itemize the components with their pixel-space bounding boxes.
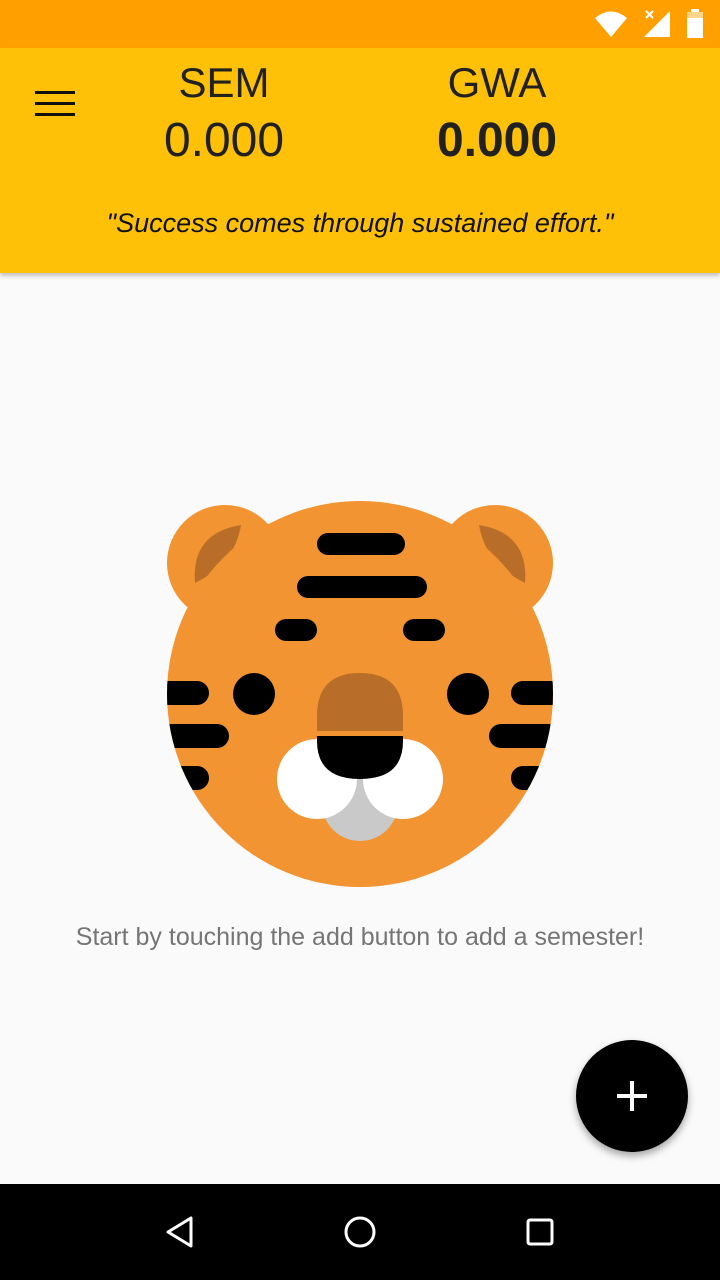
status-bar [0,0,720,48]
empty-state-message: Start by touching the add button to add … [75,923,645,951]
recents-icon [526,1218,554,1246]
add-semester-button[interactable] [576,1040,688,1152]
home-button[interactable] [332,1204,388,1260]
sem-label: SEM [178,59,270,106]
gwa-metric: GWA 0.000 [377,56,617,172]
wifi-icon [595,11,627,37]
status-icons [594,8,704,40]
main-content: Start by touching the add button to add … [0,273,720,1184]
recents-button[interactable] [512,1204,568,1260]
navigation-bar [0,1184,720,1280]
gwa-header: SEM 0.000 GWA 0.000 "Success comes throu… [0,48,720,273]
battery-icon [687,9,703,38]
tiger-icon [167,501,553,887]
sem-metric: SEM 0.000 [104,56,344,172]
back-button[interactable] [152,1204,208,1260]
menu-button[interactable] [24,76,88,132]
menu-icon [35,91,75,116]
home-icon [344,1216,376,1248]
signal-icon [644,10,670,37]
plus-icon [617,1081,647,1111]
sem-value: 0.000 [163,114,285,167]
gwa-label: GWA [447,59,547,106]
motivational-quote: "Success comes through sustained effort.… [106,208,614,238]
back-icon [166,1216,193,1248]
gwa-value: 0.000 [436,114,558,167]
